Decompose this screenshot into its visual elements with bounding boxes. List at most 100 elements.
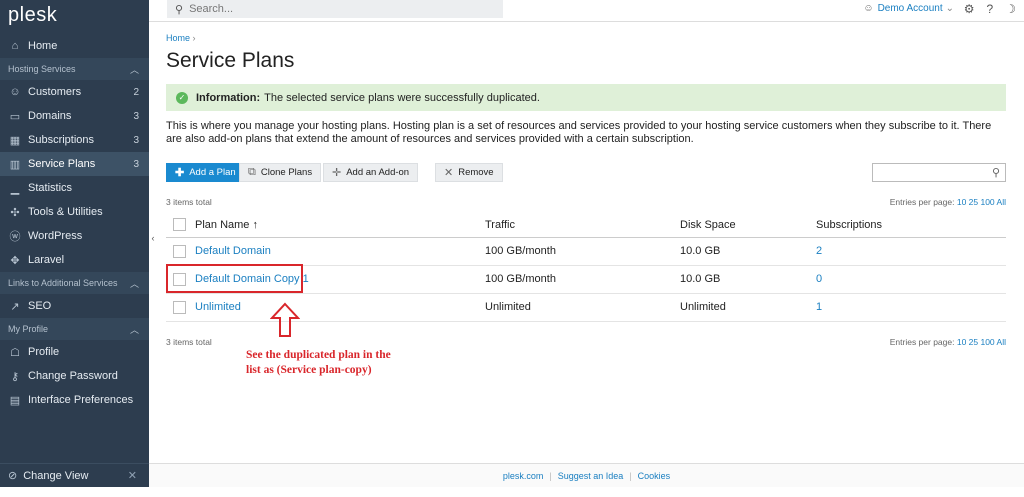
footer: plesk.com | Suggest an Idea | Cookies [149,463,1024,487]
theme-icon[interactable]: ☽ [1005,2,1016,16]
plan-name-cell: Default Domain [195,237,485,266]
sidebar-section-10[interactable]: Links to Additional Services ︿ [0,272,149,294]
sidebar-item-13[interactable]: ☖ Profile [0,340,149,364]
account-menu[interactable]: ☺ Demo Account ⌄ [863,3,954,14]
info-message: ✓ Information: The selected service plan… [166,84,1006,111]
sidebar-item-icon: ⌂ [11,40,19,52]
add-plan-button[interactable]: ✚ Add a Plan [166,163,245,182]
column-disk-space[interactable]: Disk Space [680,213,816,238]
close-icon[interactable]: ✕ [128,469,137,482]
entries-per-page: Entries per page: 10 25 100 All [890,337,1006,347]
select-all-cell [166,213,195,238]
page-title: Service Plans [166,49,295,72]
subscriptions-link[interactable]: 1 [816,301,822,313]
annotation-text: See the duplicated plan in the list as (… [246,348,446,378]
breadcrumb-separator-icon: › [192,33,196,43]
sidebar-item-2[interactable]: ☺ Customers 2 [0,80,149,104]
sidebar-section-12[interactable]: My Profile ︿ [0,318,149,340]
footer-separator: | [549,470,552,481]
sidebar-item-label: Statistics [28,182,73,194]
add-addon-label: Add an Add-on [346,167,410,178]
disk-cell: 10.0 GB [680,265,816,294]
entries-options[interactable]: 10 25 100 All [957,197,1006,207]
table-header: Plan Name ↑ Traffic Disk Space Subscript… [166,213,1006,238]
toolbar: ✚ Add a Plan ⧉ Clone Plans ✛ Add an Add-… [166,163,1006,183]
plesk-logo[interactable]: plesk [0,0,149,34]
sidebar-item-label: Tools & Utilities [28,206,103,218]
clone-plans-label: Clone Plans [260,167,313,178]
sidebar-section-label: Hosting Services [8,64,76,74]
chevron-up-icon: ︿ [129,64,139,75]
entries-options[interactable]: 10 25 100 All [957,337,1006,347]
remove-button[interactable]: ✕ Remove [435,163,503,182]
sidebar-item-icon: ▥ [9,158,21,171]
sidebar-item-9[interactable]: ✥ Laravel [0,248,149,272]
account-name: Demo Account [877,3,943,14]
sidebar-item-icon: ▁ [10,182,20,195]
sidebar-item-label: Home [28,40,58,52]
column-plan-name[interactable]: Plan Name ↑ [195,213,485,238]
sidebar-nav: ⌂ Home Hosting Services ︿ ☺ Customers 2 ▭ Domain… [0,34,149,412]
sidebar-item-6[interactable]: ▁ Statistics [0,176,149,200]
remove-icon: ✕ [444,167,454,179]
breadcrumb-home[interactable]: Home [166,33,190,43]
sidebar-item-15[interactable]: ▤ Interface Preferences [0,388,149,412]
sidebar-item-0[interactable]: ⌂ Home [0,34,149,58]
row-checkbox[interactable] [173,244,186,258]
row-select-cell [166,293,195,322]
search-icon: ⚲ [991,167,1000,179]
sidebar-item-icon: ☖ [10,346,20,359]
subscriptions-cell: 0 [816,265,1006,294]
sidebar-item-7[interactable]: ✣ Tools & Utilities [0,200,149,224]
sidebar-item-4[interactable]: ▦ Subscriptions 3 [0,128,149,152]
entries-label: Entries per page: [889,337,955,347]
help-icon[interactable]: ? [987,2,994,16]
subscriptions-cell: 1 [816,293,1006,322]
sidebar-item-3[interactable]: ▭ Domains 3 [0,104,149,128]
addon-icon: ✛ [332,167,342,179]
search-icon: ⚲ [175,3,184,16]
select-all-checkbox[interactable] [173,218,186,232]
sidebar-item-8[interactable]: ⓦ WordPress [0,224,149,248]
sidebar-item-14[interactable]: ⚷ Change Password [0,364,149,388]
column-subscriptions[interactable]: Subscriptions [816,213,1006,238]
sidebar-collapse-icon[interactable]: ‹ [149,230,157,246]
sidebar-item-icon: ▤ [9,394,21,407]
list-meta-top: 3 items total Entries per page: 10 25 10… [166,197,1006,209]
page-description: This is where you manage your hosting pl… [166,120,992,145]
column-traffic[interactable]: Traffic [485,213,680,238]
entries-per-page: Entries per page: 10 25 100 All [890,197,1006,207]
breadcrumb[interactable]: Home › [166,33,1006,43]
list-search-input[interactable]: ⚲ [872,163,1006,182]
change-view-button[interactable]: ⊘ Change View ✕ [0,463,149,487]
add-addon-button[interactable]: ✛ Add an Add-on [323,163,419,182]
sidebar-section-label: My Profile [8,324,49,334]
row-checkbox[interactable] [173,300,186,314]
subscriptions-link[interactable]: 0 [816,273,822,285]
traffic-cell: 100 GB/month [485,265,680,294]
sidebar-item-label: Change Password [28,370,118,382]
footer-link-cookies[interactable]: Cookies [638,471,671,481]
sidebar-item-icon: ⓦ [9,231,21,243]
subscriptions-link[interactable]: 2 [816,245,822,257]
entries-label: Entries per page: [889,197,955,207]
search-input[interactable]: ⚲ Search... [167,0,503,18]
clone-plans-button[interactable]: ⧉ Clone Plans [239,163,322,182]
table-row: Default Domain 100 GB/month 10.0 GB 2 [166,237,1006,266]
check-icon: ✓ [176,91,188,104]
plan-name-link[interactable]: Unlimited [195,301,241,313]
plan-name-link[interactable]: Default Domain [195,245,271,257]
top-icons: ⚙ ? ☽ [964,2,1016,16]
footer-link-plesk[interactable]: plesk.com [503,471,544,481]
annotation-line-2: list as (Service plan-copy) [246,364,372,376]
extensions-icon[interactable]: ⚙ [964,2,975,16]
sidebar-section-1[interactable]: Hosting Services ︿ [0,58,149,80]
info-text: The selected service plans were successf… [264,91,540,104]
footer-separator: | [629,470,632,481]
sidebar-item-11[interactable]: ↗ SEO [0,294,149,318]
sidebar-item-label: Subscriptions [28,134,95,146]
sidebar-item-label: Domains [28,110,72,122]
sidebar-item-label: Profile [28,346,60,358]
footer-link-suggest[interactable]: Suggest an Idea [558,471,624,481]
sidebar-item-5[interactable]: ▥ Service Plans 3 [0,152,149,176]
